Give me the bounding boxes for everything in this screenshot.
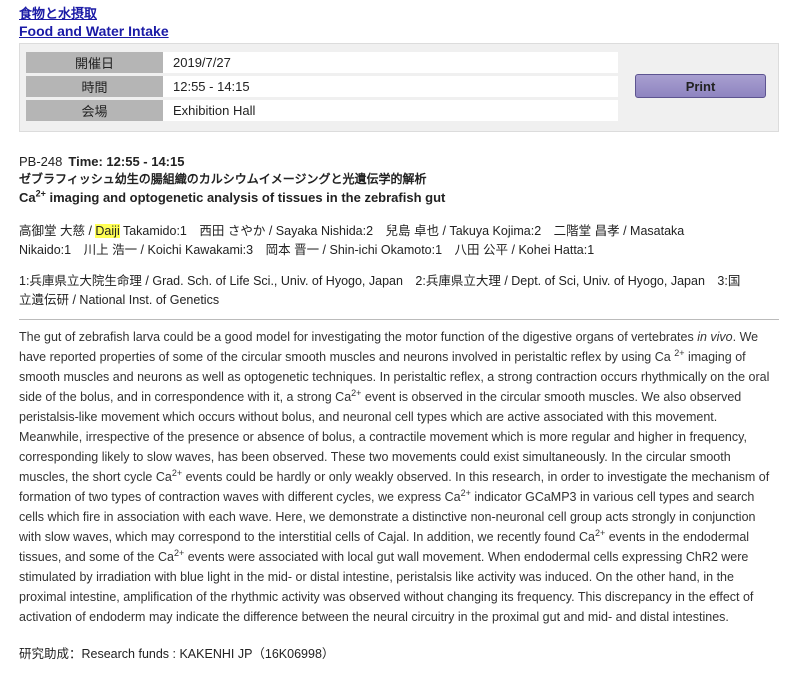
abstract-sup: 2+ xyxy=(594,527,606,538)
info-row-time: 時間 12:55 - 14:15 xyxy=(26,76,618,97)
title-rest: imaging and optogenetic analysis of tiss… xyxy=(45,190,446,205)
info-value: 2019/7/27 xyxy=(163,52,618,73)
abstract-sup: 2+ xyxy=(351,387,362,398)
author-rest-2: Nikaido:1 川上 浩一 / Koichi Kawakami:3 岡本 晋… xyxy=(19,243,595,257)
abstract-italic: in vivo xyxy=(697,330,733,344)
presentation-title-jp: ゼブラフィッシュ幼生の腸組織のカルシウムイメージングと光遺伝学的解析 xyxy=(19,172,427,186)
research-funds: 研究助成：Research funds : KAKENHI JP（16K0699… xyxy=(19,647,335,661)
abstract-sup: 2+ xyxy=(460,487,471,498)
abstract-sup: 2+ xyxy=(674,347,685,358)
abstract-sup: 2+ xyxy=(173,547,185,558)
author-prefix: 高御堂 大慈 / xyxy=(19,224,96,238)
info-row-venue: 会場 Exhibition Hall xyxy=(26,100,618,121)
author-list: 高御堂 大慈 / Daiji Takamido:1 西田 さやか / Sayak… xyxy=(19,222,779,260)
section-divider xyxy=(19,319,779,320)
abstract-sup: 2+ xyxy=(171,467,183,478)
presentation-number: PB-248 xyxy=(19,154,63,169)
info-label: 時間 xyxy=(26,76,163,97)
affiliation-line-1: 1:兵庫県立大院生命理 / Grad. Sch. of Life Sci., U… xyxy=(19,274,741,288)
author-rest-1: Takamido:1 西田 さやか / Sayaka Nishida:2 兒島 … xyxy=(119,224,685,238)
affiliation-list: 1:兵庫県立大院生命理 / Grad. Sch. of Life Sci., U… xyxy=(19,272,779,310)
session-link-en[interactable]: Food and Water Intake xyxy=(19,22,779,40)
info-label: 開催日 xyxy=(26,52,163,73)
abstract-text: The gut of zebrafish larva could be a go… xyxy=(19,327,779,627)
presentation-header: PB-248 Time: 12:55 - 14:15 ゼブラフィッシュ幼生の腸組織… xyxy=(19,153,779,208)
print-button[interactable]: Print xyxy=(635,74,766,98)
presentation-time: Time: 12:55 - 14:15 xyxy=(68,154,185,169)
title-sup: 2+ xyxy=(35,188,46,199)
session-info-table: 開催日 2019/7/27 時間 12:55 - 14:15 会場 Exhibi… xyxy=(26,49,618,124)
abstract-part: The gut of zebrafish larva could be a go… xyxy=(19,330,698,344)
page-content: 食物と水摂取 Food and Water Intake 開催日 2019/7/… xyxy=(0,0,798,663)
info-label: 会場 xyxy=(26,100,163,121)
presentation-title-en: Ca2+ imaging and optogenetic analysis of… xyxy=(19,188,779,208)
title-ca: Ca xyxy=(19,190,36,205)
session-link-jp[interactable]: 食物と水摂取 xyxy=(19,6,779,22)
info-value: 12:55 - 14:15 xyxy=(163,76,618,97)
info-value: Exhibition Hall xyxy=(163,100,618,121)
info-row-date: 開催日 2019/7/27 xyxy=(26,52,618,73)
highlighted-author: Daiji xyxy=(95,224,120,238)
session-info-box: 開催日 2019/7/27 時間 12:55 - 14:15 会場 Exhibi… xyxy=(19,43,779,132)
affiliation-line-2: 立遺伝研 / National Inst. of Genetics xyxy=(19,293,220,307)
